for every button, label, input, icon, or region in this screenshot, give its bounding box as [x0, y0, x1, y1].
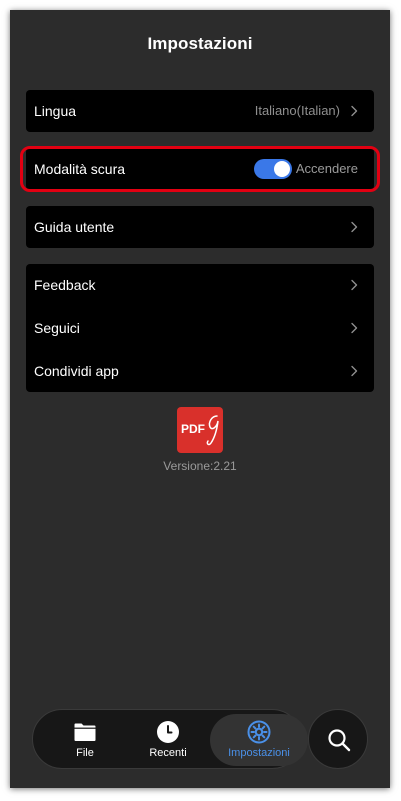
chevron-right-icon	[351, 365, 358, 377]
search-icon	[328, 729, 351, 752]
gear-icon	[247, 720, 271, 744]
tab-label: Recenti	[149, 747, 187, 759]
share-row[interactable]: Condividi app	[26, 350, 374, 392]
misc-card: Feedback Seguici Condividi app	[26, 264, 374, 392]
chevron-right-icon	[351, 279, 358, 291]
signature-glyph-icon	[206, 415, 219, 446]
folder-icon	[74, 723, 96, 741]
guide-card: Guida utente	[26, 206, 374, 248]
version-text: Versione:2.21	[163, 459, 237, 473]
page-title: Impostazioni	[147, 34, 253, 53]
clock-icon	[157, 721, 179, 743]
guide-label: Guida utente	[34, 219, 115, 235]
chevron-right-icon	[351, 105, 358, 117]
tab-recent[interactable]: Recenti	[128, 714, 208, 766]
follow-row[interactable]: Seguici	[26, 307, 374, 349]
logo-text: PDF	[181, 422, 205, 436]
tab-label: Impostazioni	[228, 747, 290, 759]
chevron-right-icon	[351, 322, 358, 334]
language-value: Italiano(Italian)	[254, 103, 340, 118]
language-card: Lingua Italiano(Italian)	[26, 90, 374, 132]
highlight-outline	[20, 146, 380, 192]
guide-row[interactable]: Guida utente	[26, 206, 374, 248]
app-window: Impostazioni Lingua Italiano(Italian) Mo…	[10, 10, 390, 788]
search-button[interactable]	[308, 709, 368, 769]
follow-label: Seguici	[34, 320, 80, 336]
feedback-row[interactable]: Feedback	[26, 264, 374, 306]
app-logo: PDF	[177, 407, 223, 453]
tab-bar: File Recenti Impostazioni	[32, 709, 308, 769]
tab-label: File	[76, 747, 94, 759]
feedback-label: Feedback	[34, 277, 96, 293]
tab-settings[interactable]: Impostazioni	[210, 714, 308, 766]
chevron-right-icon	[351, 221, 358, 233]
share-label: Condividi app	[34, 363, 119, 379]
tab-file[interactable]: File	[45, 714, 125, 766]
language-label: Lingua	[34, 103, 77, 119]
language-row[interactable]: Lingua Italiano(Italian)	[26, 90, 374, 132]
